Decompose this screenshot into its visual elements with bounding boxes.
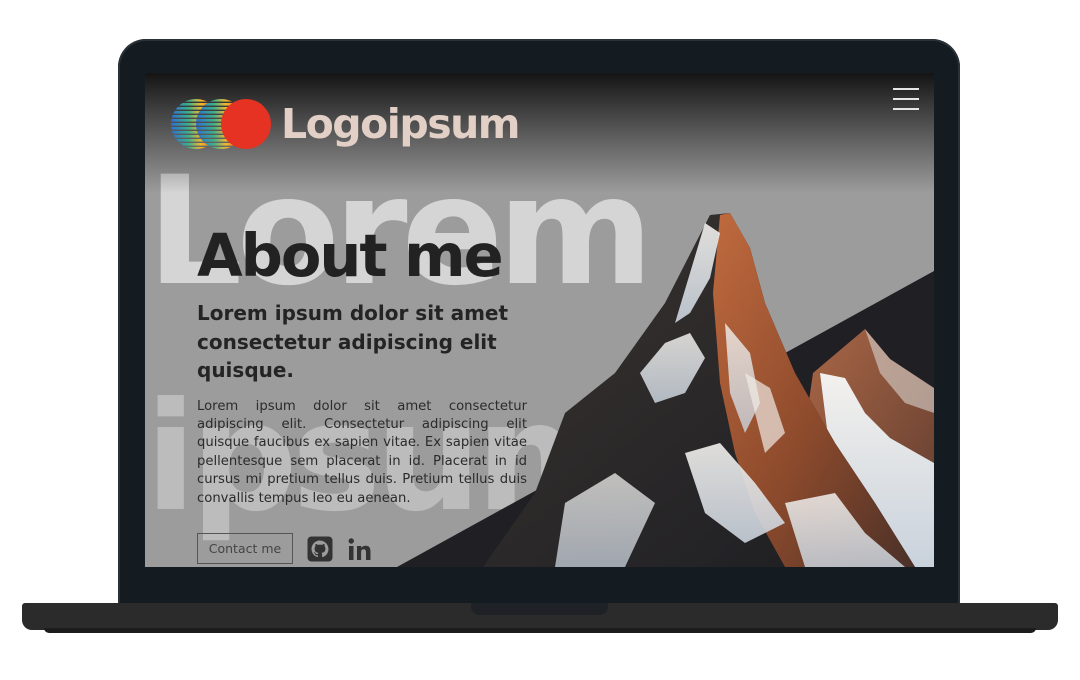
hamburger-menu-icon[interactable] <box>893 88 919 110</box>
contact-me-button[interactable]: Contact me <box>197 533 293 564</box>
laptop-base-lip <box>44 628 1036 633</box>
menu-line <box>893 88 919 90</box>
linkedin-icon[interactable] <box>347 536 373 562</box>
github-icon[interactable] <box>307 536 333 562</box>
logo-mark-icon <box>171 99 271 149</box>
hero-content: About me Lorem ipsum dolor sit amet cons… <box>197 223 527 508</box>
hero-body-text: Lorem ipsum dolor sit amet consectetur a… <box>197 398 527 506</box>
laptop-notch <box>471 603 608 615</box>
menu-line <box>893 98 919 100</box>
logo[interactable]: Logoipsum <box>169 95 521 153</box>
logo-text: Logoipsum <box>281 100 521 148</box>
laptop-screen: Lorem ipsum Logoipsum About me Lorem ips… <box>145 73 934 567</box>
hero-actions: Contact me <box>197 533 373 564</box>
menu-line <box>893 108 919 110</box>
hero-subtitle: Lorem ipsum dolor sit amet consectetur a… <box>197 301 509 382</box>
page-title: About me <box>197 221 504 290</box>
